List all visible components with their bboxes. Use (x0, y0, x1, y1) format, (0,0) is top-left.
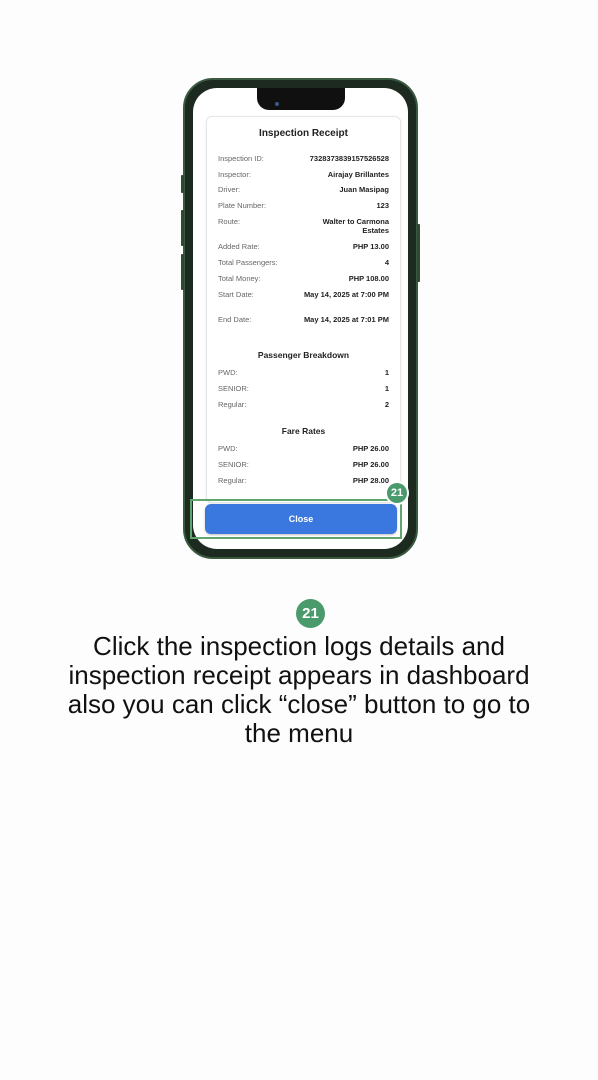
phone-volume-up-button (181, 210, 184, 246)
receipt-title: Inspection Receipt (259, 128, 348, 139)
field-label: Total Passengers: (218, 258, 278, 267)
field-value: PHP 26.00 (352, 444, 389, 453)
close-button[interactable]: Close (205, 504, 397, 534)
phone-side-button (181, 175, 184, 193)
field-label: Driver: (218, 185, 241, 194)
step-number-badge: 21 (296, 599, 325, 628)
field-value: 1 (384, 384, 389, 393)
field-value: Juan Masipag (339, 185, 389, 194)
phone-frame: Inspection Receipt Inspection ID: 732837… (181, 78, 420, 559)
field-label: SENIOR: (218, 460, 249, 469)
field-value: Walter to Carmona Estates (322, 217, 389, 235)
field-label: Plate Number: (218, 201, 266, 210)
field-label: SENIOR: (218, 384, 249, 393)
field-value: May 14, 2025 at 7:01 PM (303, 315, 389, 324)
phone-screen: Inspection Receipt Inspection ID: 732837… (193, 88, 408, 549)
field-value: Airajay Brillantes (327, 170, 389, 179)
step-marker-badge: 21 (387, 483, 407, 503)
field-value: 4 (384, 258, 389, 267)
field-value: PHP 26.00 (352, 460, 389, 469)
field-label: Inspection ID: (218, 154, 264, 163)
field-label: Regular: (218, 476, 247, 485)
camera-icon (275, 102, 279, 106)
fare-rates-heading: Fare Rates (281, 426, 326, 436)
phone-volume-down-button (181, 254, 184, 290)
field-value: 123 (376, 201, 389, 210)
field-value: PHP 108.00 (348, 274, 389, 283)
inspection-receipt-card: Inspection Receipt Inspection ID: 732837… (206, 116, 401, 503)
field-value: PHP 13.00 (352, 242, 389, 251)
instruction-text: Click the inspection logs details and in… (67, 631, 531, 748)
field-value: May 14, 2025 at 7:00 PM (303, 290, 389, 299)
field-label: PWD: (218, 368, 238, 377)
field-value: 1 (384, 368, 389, 377)
field-value: 7328373839157526528 (309, 154, 389, 163)
phone-power-button (417, 224, 420, 282)
field-label: Regular: (218, 400, 247, 409)
passenger-breakdown-heading: Passenger Breakdown (257, 350, 350, 360)
field-label: PWD: (218, 444, 238, 453)
field-value: 2 (384, 400, 389, 409)
field-label: Inspector: (218, 170, 251, 179)
field-label: End Date: (218, 315, 252, 324)
field-label: Added Rate: (218, 242, 260, 251)
field-label: Start Date: (218, 290, 254, 299)
phone-notch (257, 88, 345, 110)
field-value: PHP 28.00 (352, 476, 389, 485)
field-label: Route: (218, 217, 241, 226)
field-label: Total Money: (218, 274, 261, 283)
